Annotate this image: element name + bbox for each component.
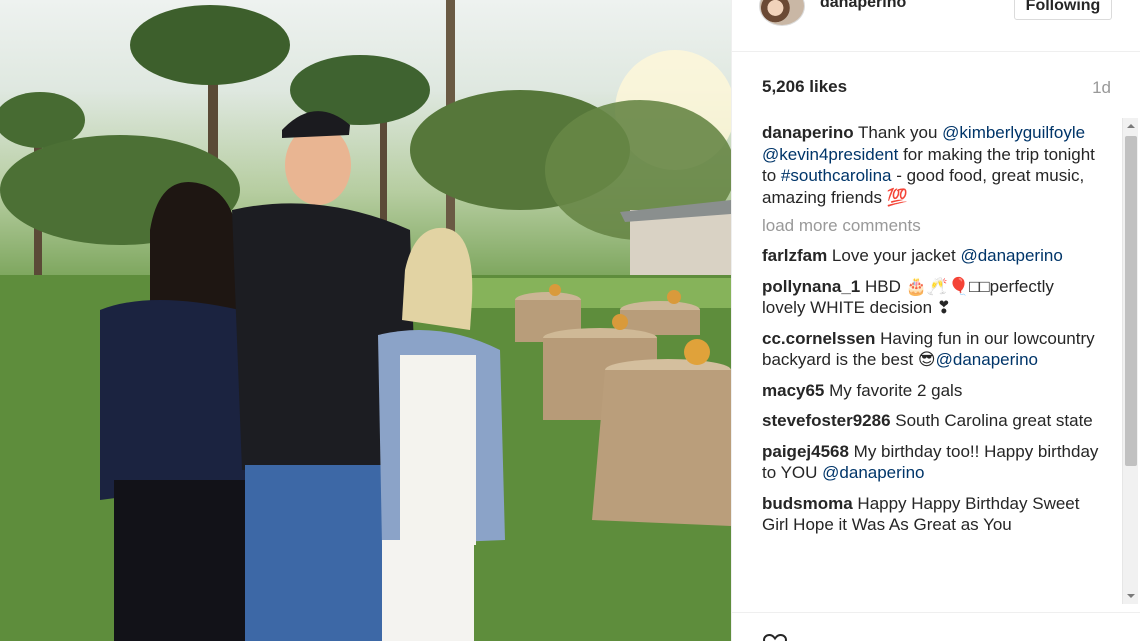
mention-link[interactable]: @kimberlyguilfoyle [942, 123, 1085, 142]
comment-item: stevefoster9286 South Carolina great sta… [762, 410, 1102, 432]
comment-text: South Carolina great state [890, 411, 1093, 430]
caption-username[interactable]: danaperino [762, 123, 854, 142]
avatar[interactable] [759, 0, 805, 26]
comment-item: budsmoma Happy Happy Birthday Sweet Girl… [762, 493, 1102, 536]
comments-list: danaperino Thank you @kimberlyguilfoyle … [762, 122, 1102, 606]
comment-text: Love your jacket [827, 246, 961, 265]
caption: danaperino Thank you @kimberlyguilfoyle … [762, 122, 1102, 208]
comment-username[interactable]: paigej4568 [762, 442, 849, 461]
post-header: danaperino Following [732, 0, 1140, 52]
hashtag-link[interactable]: #southcarolina [781, 166, 892, 185]
mention-link[interactable]: @danaperino [822, 463, 924, 482]
comment-username[interactable]: farlzfam [762, 246, 827, 265]
post-photo [0, 0, 731, 641]
post-author-username[interactable]: danaperino [820, 0, 906, 12]
following-button[interactable]: Following [1014, 0, 1112, 20]
photo-illustration [0, 0, 731, 641]
post-details-panel: danaperino Following 5,206 likes 1d dana… [731, 0, 1140, 641]
comment-username[interactable]: stevefoster9286 [762, 411, 891, 430]
caption-text: Thank you [853, 123, 938, 142]
scroll-up-arrow-icon[interactable] [1123, 120, 1139, 132]
mention-link[interactable]: @kevin4president [762, 145, 898, 164]
comment-username[interactable]: budsmoma [762, 494, 853, 513]
comment-text: My favorite 2 gals [824, 380, 963, 400]
comment-item: paigej4568 My birthday too!! Happy birth… [762, 441, 1102, 484]
post-time[interactable]: 1d [1092, 78, 1111, 98]
scrollbar-thumb[interactable] [1125, 136, 1137, 466]
comment-item: macy65 My favorite 2 gals [762, 380, 1102, 402]
likes-count[interactable]: 5,206 likes [762, 77, 847, 97]
comment-username[interactable]: pollynana_1 [762, 277, 860, 296]
scroll-down-arrow-icon[interactable] [1123, 590, 1139, 602]
comment-item: farlzfam Love your jacket @danaperino [762, 245, 1102, 267]
load-more-comments-link[interactable]: load more comments [762, 216, 1102, 236]
comments-scrollbar[interactable] [1122, 118, 1138, 604]
mention-link[interactable]: @danaperino [936, 350, 1038, 369]
mention-link[interactable]: @danaperino [960, 246, 1062, 265]
comment-item: pollynana_1 HBD 🎂🥂🎈□□perfectly lovely WH… [762, 276, 1102, 319]
heart-icon[interactable] [762, 632, 788, 641]
comment-username[interactable]: cc.cornelssen [762, 329, 875, 348]
comment-username[interactable]: macy65 [762, 381, 824, 400]
divider [732, 612, 1140, 613]
comment-item: cc.cornelssen Having fun in our lowcount… [762, 328, 1102, 371]
